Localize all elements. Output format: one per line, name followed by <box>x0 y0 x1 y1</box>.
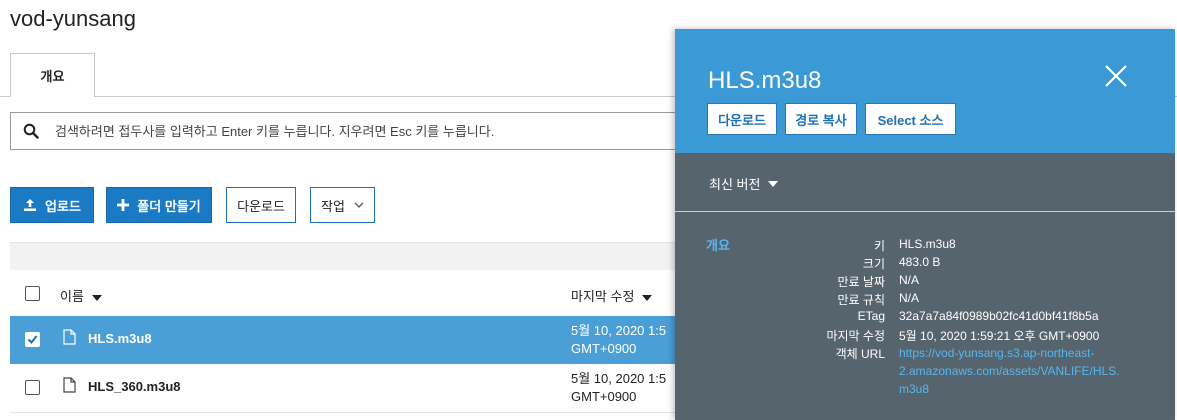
version-dropdown[interactable]: 최신 버전 <box>709 174 779 193</box>
overview-section-label: 개요 <box>706 238 730 253</box>
bucket-title: vod-yunsang <box>10 6 136 31</box>
modified-value: 5월 10, 2020 1:59:21 오후 GMT+0900 <box>899 329 1100 343</box>
caret-down-icon <box>642 295 653 301</box>
checkbox-checked-icon <box>27 335 38 345</box>
tab-overview[interactable]: 개요 <box>10 53 95 97</box>
file-icon <box>63 329 76 345</box>
download-button[interactable]: 다운로드 <box>226 187 296 223</box>
create-folder-button[interactable]: 폴더 만들기 <box>106 187 212 223</box>
object-detail-panel: HLS.m3u8 다운로드 경로 복사 Select 소스 최신 버전 개요 키… <box>675 29 1175 420</box>
expiry-date-label: 만료 날짜 <box>837 275 886 289</box>
modified-label: 마지막 수정 <box>826 329 885 343</box>
chevron-down-icon <box>354 202 364 208</box>
close-icon[interactable] <box>1103 63 1129 89</box>
actions-dropdown[interactable]: 작업 <box>310 187 375 223</box>
panel-download-button[interactable]: 다운로드 <box>707 103 777 135</box>
key-value: HLS.m3u8 <box>899 237 956 251</box>
search-bar[interactable] <box>10 112 710 150</box>
version-label: 최신 버전 <box>709 177 761 192</box>
size-label: 크기 <box>862 257 885 271</box>
row-date-line1: 5월 10, 2020 1:5 <box>571 323 667 338</box>
upload-label: 업로드 <box>45 198 81 214</box>
search-input[interactable] <box>53 122 657 140</box>
row-date: 5월 10, 2020 1:5 GMT+0900 <box>571 370 666 406</box>
expiry-date-value: N/A <box>899 273 920 287</box>
row-checkbox[interactable] <box>25 380 40 395</box>
expiry-rule-label: 만료 규칙 <box>837 293 886 307</box>
column-modified-header[interactable]: 마지막 수정 <box>571 286 653 305</box>
etag-label: ETag <box>857 309 885 323</box>
object-url-line1: https://vod-yunsang.s3.ap-northeast- <box>899 346 1095 360</box>
panel-title: HLS.m3u8 <box>708 67 822 94</box>
row-date-line2: GMT+0900 <box>571 389 637 404</box>
copy-path-button[interactable]: 경로 복사 <box>785 103 857 135</box>
object-url-line3: m3u8 <box>899 382 930 396</box>
table-row[interactable]: HLS_360.m3u8 5월 10, 2020 1:5 GMT+0900 <box>10 364 710 413</box>
row-name[interactable]: HLS.m3u8 <box>88 331 152 346</box>
object-url-line2: 2.amazonaws.com/assets/VANLIFE/HLS. <box>899 364 1120 378</box>
expiry-rule-value: N/A <box>899 291 920 305</box>
select-all-checkbox[interactable] <box>25 286 40 301</box>
etag-value: 32a7a7a84f0989b02fc41d0bf41f8b5a <box>899 309 1099 323</box>
search-icon <box>23 123 39 139</box>
create-folder-label: 폴더 만들기 <box>137 198 201 214</box>
table-row[interactable]: HLS.m3u8 5월 10, 2020 1:5 GMT+0900 <box>10 316 710 364</box>
row-checkbox[interactable] <box>25 332 40 347</box>
plus-icon <box>117 199 130 211</box>
caret-down-icon <box>768 180 779 187</box>
select-source-button[interactable]: Select 소스 <box>865 103 956 135</box>
file-icon <box>63 377 76 393</box>
column-name-header[interactable]: 이름 <box>60 286 102 305</box>
key-label: 키 <box>873 239 885 253</box>
caret-down-icon <box>91 295 102 301</box>
actions-label: 작업 <box>321 198 345 214</box>
upload-icon <box>23 198 37 212</box>
object-url-label: 객체 URL <box>835 347 885 361</box>
row-date: 5월 10, 2020 1:5 GMT+0900 <box>571 322 666 358</box>
column-name-label: 이름 <box>60 289 84 304</box>
panel-divider <box>675 211 1175 212</box>
column-modified-label: 마지막 수정 <box>571 289 635 304</box>
row-name[interactable]: HLS_360.m3u8 <box>88 379 181 394</box>
object-url-link[interactable]: https://vod-yunsang.s3.ap-northeast- 2.a… <box>899 344 1149 398</box>
row-date-line1: 5월 10, 2020 1:5 <box>571 371 667 386</box>
table-header: 이름 마지막 수정 <box>10 270 710 316</box>
row-date-line2: GMT+0900 <box>571 341 637 356</box>
panel-header: HLS.m3u8 다운로드 경로 복사 Select 소스 <box>675 29 1175 153</box>
table-toolbar-strip <box>10 242 710 271</box>
upload-button[interactable]: 업로드 <box>10 187 94 223</box>
size-value: 483.0 B <box>899 255 941 269</box>
